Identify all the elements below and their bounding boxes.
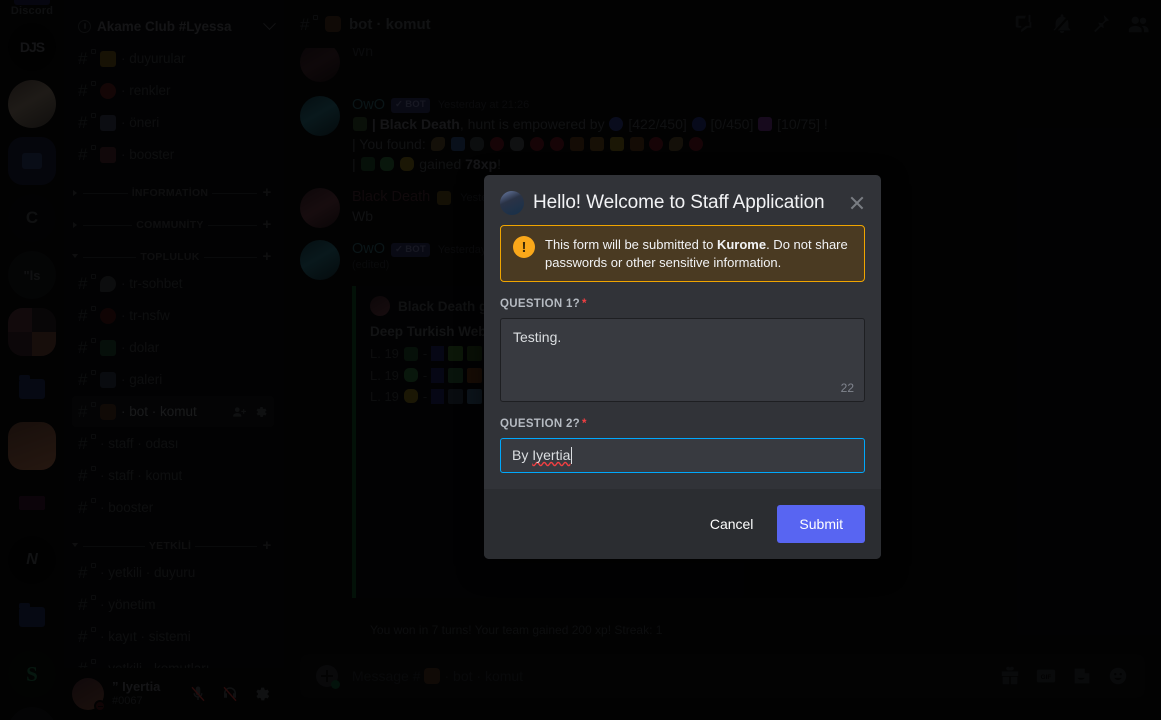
question-1-label-text: QUESTION 1? xyxy=(500,298,580,311)
kurome-avatar xyxy=(500,191,524,215)
warning-bot-name: Kurome xyxy=(716,237,767,252)
required-marker: * xyxy=(581,418,587,431)
question-1-textarea[interactable]: Testing. 22 xyxy=(500,318,865,403)
modal-footer: Cancel Submit xyxy=(484,489,881,560)
form-warning-banner: ! This form will be submitted to Kurome.… xyxy=(500,225,865,283)
question-2-misspelled-word: Iyertia xyxy=(532,447,571,464)
warning-text-before: This form will be submitted to xyxy=(545,237,717,252)
form-warning-text: This form will be submitted to Kurome. D… xyxy=(545,236,852,271)
question-2-input[interactable]: By Iyertia xyxy=(500,438,865,474)
question-2-label: QUESTION 2? * xyxy=(500,418,865,430)
text-caret xyxy=(571,447,573,465)
modal-header: Hello! Welcome to Staff Application xyxy=(484,175,881,225)
cancel-button[interactable]: Cancel xyxy=(694,505,770,543)
modal-body: ! This form will be submitted to Kurome.… xyxy=(484,225,881,489)
discord-app: Discord DJSC"lsNSZP Akame Club #Lyessa #… xyxy=(0,0,1161,720)
required-marker: * xyxy=(581,298,587,311)
modal-title: Hello! Welcome to Staff Application xyxy=(533,192,825,213)
staff-application-modal: Hello! Welcome to Staff Application ! Th… xyxy=(484,175,881,560)
question-2-label-text: QUESTION 2? xyxy=(500,418,580,431)
question-2-value: By Iyertia xyxy=(512,447,573,465)
question-1-value: Testing. xyxy=(513,329,562,346)
question-1-char-count: 22 xyxy=(840,381,854,396)
question-1-label: QUESTION 1? * xyxy=(500,298,865,310)
submit-button[interactable]: Submit xyxy=(777,505,865,544)
close-icon[interactable] xyxy=(849,195,865,211)
alert-icon: ! xyxy=(513,236,535,258)
